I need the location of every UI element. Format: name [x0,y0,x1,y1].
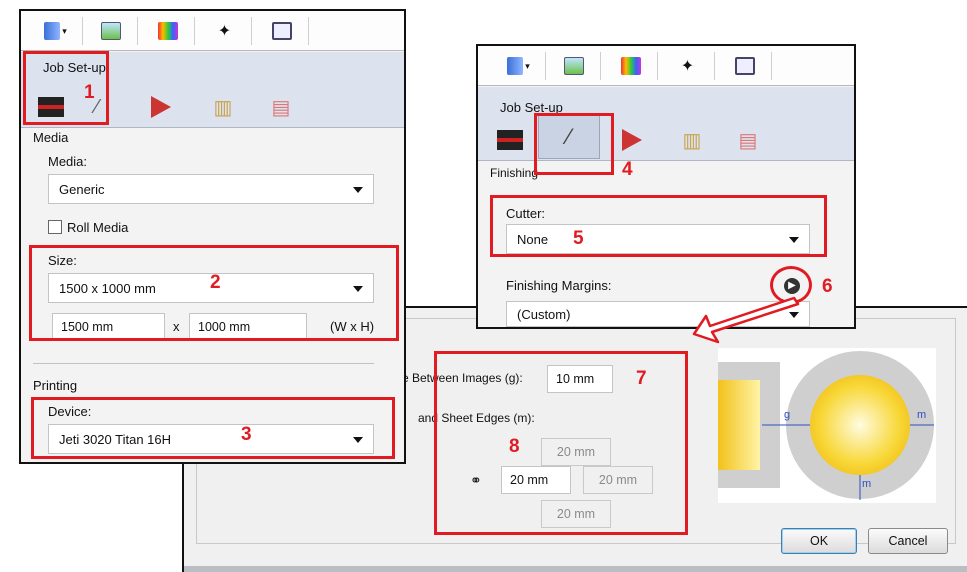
swatches-icon [620,57,641,75]
right-tab-pages[interactable]: ▤ [728,123,768,157]
annotation-4: 4 [622,159,633,180]
diagram-m-right-label: m [917,409,927,421]
media-label: Media: [48,154,88,169]
left-tab-color[interactable] [141,90,181,124]
left-toolbar-crosshair-button[interactable]: ✦ [198,17,252,45]
finishing-section-title: Finishing [490,166,539,180]
roll-media-label: Roll Media [67,220,129,235]
left-toolbar: ▾ ✦ [21,11,404,51]
left-toolbar-image-button[interactable] [84,17,138,45]
media-section-title: Media [33,130,69,145]
right-tab-media[interactable] [490,123,530,157]
annotation-3: 3 [241,424,252,445]
highlight-7-8 [434,351,688,535]
job-icon [507,57,524,75]
swatches-icon [157,22,178,40]
dialog-bottom-shadow [184,566,967,572]
ok-button[interactable]: OK [781,528,857,554]
crosshair-icon: ✦ [217,23,232,40]
right-toolbar-image-button[interactable] [547,52,601,80]
highlight-3 [31,397,395,459]
pages-icon: ▤ [738,129,758,152]
right-tab-book[interactable]: ▥ [672,123,712,157]
left-toolbar-job-button[interactable]: ▾ [29,17,83,45]
left-tab-pages[interactable]: ▤ [261,90,301,124]
diagram-m-bottom-label: m [862,478,872,490]
diagram-inner-circle [810,375,910,475]
annotation-8: 8 [509,436,520,457]
image-icon [100,22,121,40]
finishing-margins-value: (Custom) [517,307,571,322]
diagram-left-image [718,380,760,470]
annotation-1: 1 [84,82,95,103]
layout-icon [734,57,755,75]
right-toolbar: ▾ ✦ [478,46,854,86]
highlight-5 [490,195,827,257]
right-toolbar-job-button[interactable]: ▾ [492,52,546,80]
left-toolbar-layout-button[interactable] [255,17,309,45]
margin-diagram [718,348,936,503]
color-wheel-icon [622,129,642,151]
right-tab-color[interactable] [612,123,652,157]
media-select-value: Generic [59,182,105,197]
media-select[interactable]: Generic [48,174,374,204]
highlight-1 [23,51,109,125]
printing-section-title: Printing [33,378,78,393]
color-wheel-icon [151,96,171,118]
printer-icon [497,130,523,150]
highlight-4 [534,113,614,175]
left-tab-book[interactable]: ▥ [203,90,243,124]
right-toolbar-color-button[interactable] [604,52,658,80]
layout-icon [271,22,292,40]
pointer-arrow [692,296,800,344]
annotation-7: 7 [636,368,647,389]
diagram-g-label: g [784,409,791,421]
cancel-button[interactable]: Cancel [868,528,948,554]
roll-media-checkbox[interactable] [48,220,62,234]
right-toolbar-crosshair-button[interactable]: ✦ [661,52,715,80]
pages-icon: ▤ [271,96,291,119]
right-toolbar-layout-button[interactable] [718,52,772,80]
book-icon: ▥ [682,129,702,152]
left-toolbar-color-button[interactable] [141,17,195,45]
annotation-5: 5 [573,228,584,249]
job-icon [44,22,61,40]
annotation-6: 6 [822,276,833,297]
chevron-down-icon [353,187,363,193]
book-icon: ▥ [213,96,233,119]
annotation-2: 2 [210,272,221,293]
finishing-margins-label: Finishing Margins: [506,278,612,293]
crosshair-icon: ✦ [680,58,695,75]
section-divider [33,363,374,364]
image-icon [563,57,584,75]
